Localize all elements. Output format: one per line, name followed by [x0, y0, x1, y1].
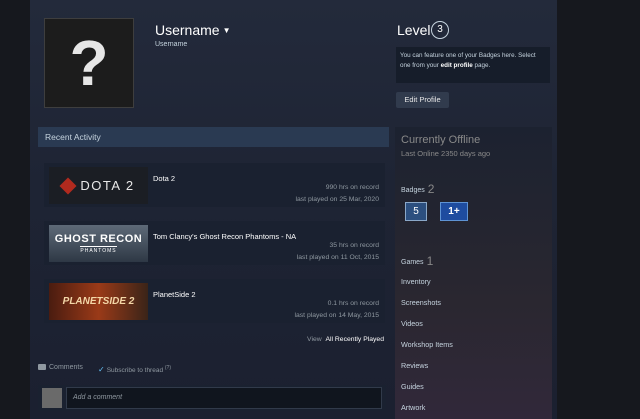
game-art-text: DOTA 2	[80, 178, 135, 193]
game-hours: 35 hrs on record	[329, 242, 380, 249]
game-art-text: PLANETSIDE 2	[62, 296, 135, 307]
persona-sub-name: Username	[155, 41, 188, 48]
game-capsule-planetside2[interactable]: PLANETSIDE 2	[49, 283, 148, 320]
sidebar-item-guides[interactable]: Guides	[401, 382, 424, 391]
subscribe-thread-toggle[interactable]: ✓ Subscribe to thread (?)	[98, 365, 171, 374]
badge-level-icon[interactable]: 1+	[440, 202, 468, 221]
recent-game-planetside2[interactable]: PLANETSIDE 2 PlanetSide 2 0.1 hrs on rec…	[44, 279, 385, 323]
comment-bubble-icon	[38, 364, 46, 370]
subscribe-label: Subscribe to thread	[106, 367, 164, 375]
avatar[interactable]: ?	[44, 18, 134, 108]
game-art-subtext: PHANTOMS	[80, 245, 117, 254]
sidebar-item-artwork[interactable]: Artwork	[401, 403, 425, 412]
recent-game-dota2[interactable]: DOTA 2 Dota 2 990 hrs on record last pla…	[44, 163, 385, 207]
sidebar-item-reviews[interactable]: Reviews	[401, 361, 428, 370]
game-hours: 990 hrs on record	[325, 184, 379, 191]
profile-sidebar	[395, 127, 552, 419]
sidebar-item-videos[interactable]: Videos	[401, 319, 423, 328]
commenter-avatar	[42, 388, 62, 408]
last-online: Last Online 2350 days ago	[401, 149, 491, 158]
chevron-down-icon: ▼	[222, 26, 231, 35]
edit-profile-link[interactable]: edit profile	[441, 62, 473, 69]
game-name[interactable]: PlanetSide 2	[153, 290, 196, 299]
games-label: Games	[401, 259, 424, 266]
game-last-played: last played on 14 May, 2015	[294, 312, 379, 319]
game-last-played: last played on 11 Oct, 2015	[296, 254, 379, 261]
edit-profile-button[interactable]: Edit Profile	[396, 92, 449, 108]
dota-logo-icon	[59, 177, 77, 194]
view-all-recently-played[interactable]: View All Recently Played	[307, 336, 384, 343]
badge-hint-tail: page.	[472, 62, 491, 69]
persona-name: Username	[155, 22, 220, 38]
badges-link[interactable]: Badges 2	[401, 182, 434, 196]
badges-count: 2	[427, 182, 435, 196]
recent-activity-header: Recent Activity	[38, 127, 389, 147]
level-badge[interactable]: 3	[431, 21, 449, 39]
game-capsule-ghost-recon[interactable]: GHOST RECON PHANTOMS	[49, 225, 148, 262]
game-hours: 0.1 hrs on record	[327, 300, 379, 307]
comments-label: Comments	[49, 364, 83, 371]
game-name[interactable]: Tom Clancy's Ghost Recon Phantoms - NA	[153, 232, 296, 241]
recent-game-ghost-recon[interactable]: GHOST RECON PHANTOMS Tom Clancy's Ghost …	[44, 221, 385, 265]
comment-composer: Add a comment	[38, 385, 386, 411]
checkmark-icon: ✓	[98, 365, 105, 375]
game-art-text: GHOST RECON	[54, 232, 143, 245]
game-capsule-dota2[interactable]: DOTA 2	[49, 167, 148, 204]
view-label: View	[307, 336, 322, 343]
sidebar-item-inventory[interactable]: Inventory	[401, 277, 431, 286]
persona-name-dropdown[interactable]: Username ▼	[155, 22, 231, 38]
view-all-link[interactable]: All Recently Played	[325, 336, 384, 343]
online-status: Currently Offline	[401, 134, 481, 146]
sidebar-item-screenshots[interactable]: Screenshots	[401, 298, 441, 307]
comment-input[interactable]: Add a comment	[66, 387, 382, 409]
games-count: 1	[426, 254, 434, 268]
level-label: Level	[397, 22, 431, 38]
comments-header: Comments	[38, 364, 83, 371]
badge-years-of-service-icon[interactable]: 5	[405, 202, 427, 221]
featured-badge-hint: You can feature one of your Badges here.…	[396, 47, 550, 83]
game-name[interactable]: Dota 2	[153, 174, 175, 183]
game-last-played: last played on 25 Mar, 2020	[295, 196, 379, 203]
sidebar-item-workshop-items[interactable]: Workshop Items	[401, 340, 453, 349]
badges-label: Badges	[401, 187, 425, 194]
avatar-question-mark: ?	[69, 27, 109, 99]
subscribe-help[interactable]: (?)	[165, 365, 171, 371]
games-link[interactable]: Games 1	[401, 254, 433, 268]
